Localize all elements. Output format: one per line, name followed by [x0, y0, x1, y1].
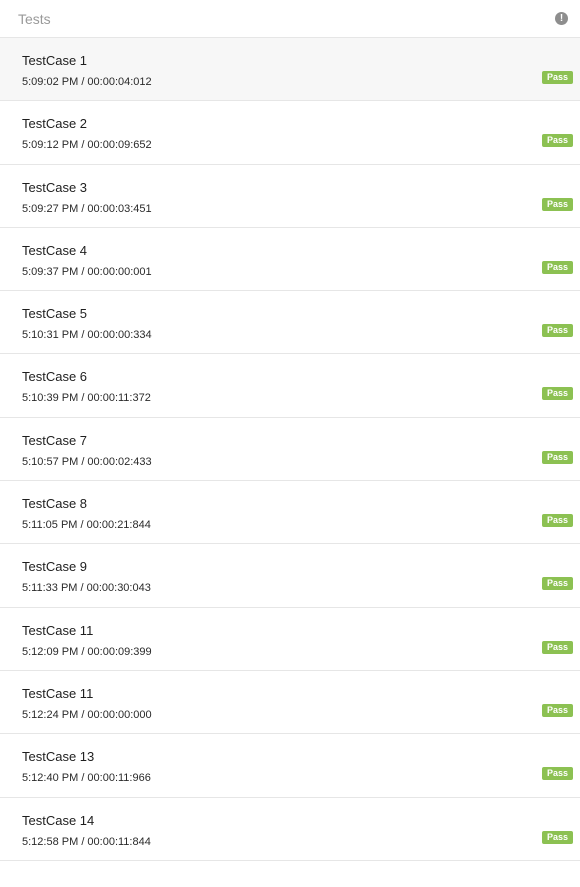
- test-row[interactable]: TestCase 5 5:10:31 PM / 00:00:00:334 Pas…: [0, 291, 580, 355]
- test-time: 5:10:57 PM / 00:00:02:433: [22, 455, 152, 468]
- test-time: 5:12:24 PM / 00:00:00:000: [22, 708, 152, 721]
- test-row[interactable]: TestCase 14 5:12:58 PM / 00:00:11:844 Pa…: [0, 798, 580, 861]
- status-badge: Pass: [541, 514, 573, 528]
- test-row[interactable]: TestCase 2 5:09:12 PM / 00:00:09:652 Pas…: [0, 101, 580, 165]
- test-name: TestCase 3: [22, 179, 88, 195]
- test-time: 5:12:58 PM / 00:00:11:844: [22, 835, 151, 848]
- test-name: TestCase 11: [22, 622, 94, 638]
- test-name: TestCase 11: [22, 685, 94, 701]
- status-badge: Pass: [541, 197, 573, 211]
- tests-panel: Tests ! TestCase 1 5:09:02 PM / 00:00:04…: [0, 0, 580, 887]
- test-time: 5:12:40 PM / 00:00:11:966: [22, 772, 151, 785]
- panel-title: Tests: [18, 10, 51, 27]
- test-row[interactable]: TestCase 7 5:10:57 PM / 00:00:02:433 Pas…: [0, 418, 580, 482]
- test-row[interactable]: TestCase 13 5:12:40 PM / 00:00:11:966 Pa…: [0, 734, 580, 798]
- exclamation-circle-icon[interactable]: !: [555, 12, 568, 25]
- test-row[interactable]: TestCase 11 5:12:09 PM / 00:00:09:399 Pa…: [0, 608, 580, 671]
- test-time: 5:10:31 PM / 00:00:00:334: [22, 329, 152, 342]
- status-badge: Pass: [541, 703, 573, 717]
- test-name: TestCase 14: [22, 812, 95, 828]
- test-name: TestCase 7: [22, 432, 88, 448]
- status-badge: Pass: [541, 134, 573, 148]
- test-time: 5:09:02 PM / 00:00:04:012: [22, 76, 152, 88]
- test-name: TestCase 5: [22, 306, 88, 322]
- status-badge: Pass: [541, 830, 573, 844]
- status-badge: Pass: [541, 387, 573, 401]
- test-list: TestCase 1 5:09:02 PM / 00:00:04:012 Pas…: [0, 38, 580, 861]
- test-name: TestCase 6: [22, 369, 88, 385]
- status-badge: Pass: [541, 450, 573, 464]
- test-time: 5:10:39 PM / 00:00:11:372: [22, 392, 151, 405]
- status-badge: Pass: [541, 260, 573, 274]
- test-name: TestCase 13: [22, 749, 95, 765]
- test-time: 5:12:09 PM / 00:00:09:399: [22, 645, 152, 658]
- test-row[interactable]: TestCase 3 5:09:27 PM / 00:00:03:451 Pas…: [0, 165, 580, 228]
- test-time: 5:09:27 PM / 00:00:03:451: [22, 202, 152, 215]
- test-name: TestCase 1: [22, 53, 88, 68]
- test-row[interactable]: TestCase 4 5:09:37 PM / 00:00:00:001 Pas…: [0, 228, 580, 292]
- test-row[interactable]: TestCase 8 5:11:05 PM / 00:00:21:844 Pas…: [0, 481, 580, 545]
- test-row[interactable]: TestCase 6 5:10:39 PM / 00:00:11:372 Pas…: [0, 354, 580, 418]
- status-badge: Pass: [541, 767, 573, 781]
- test-row[interactable]: TestCase 9 5:11:33 PM / 00:00:30:043 Pas…: [0, 544, 580, 608]
- status-badge: Pass: [541, 324, 573, 338]
- test-name: TestCase 4: [22, 242, 88, 258]
- panel-header: Tests !: [0, 0, 580, 38]
- test-name: TestCase 8: [22, 496, 88, 512]
- status-badge: Pass: [541, 71, 573, 84]
- status-badge: Pass: [541, 640, 573, 654]
- test-time: 5:11:33 PM / 00:00:30:043: [22, 582, 151, 595]
- test-time: 5:09:12 PM / 00:00:09:652: [22, 139, 152, 152]
- test-row[interactable]: TestCase 11 5:12:24 PM / 00:00:00:000 Pa…: [0, 671, 580, 735]
- test-time: 5:09:37 PM / 00:00:00:001: [22, 265, 152, 278]
- test-name: TestCase 9: [22, 559, 88, 575]
- test-row[interactable]: TestCase 1 5:09:02 PM / 00:00:04:012 Pas…: [0, 38, 580, 102]
- status-badge: Pass: [541, 577, 573, 591]
- test-time: 5:11:05 PM / 00:00:21:844: [22, 519, 151, 532]
- test-name: TestCase 2: [22, 116, 88, 132]
